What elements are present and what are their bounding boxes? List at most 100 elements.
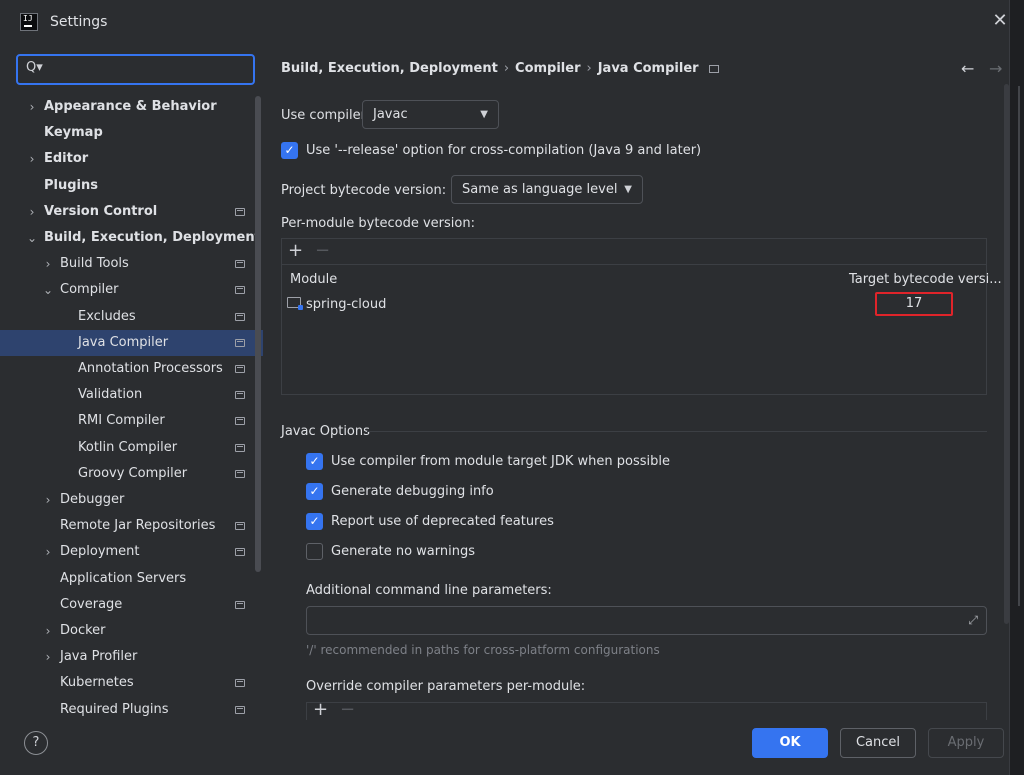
sidebar-item[interactable]: Annotation Processors [0, 356, 263, 382]
remove-icon[interactable]: − [340, 699, 355, 720]
chevron-right-icon[interactable]: › [26, 146, 38, 172]
sidebar-item[interactable]: Validation [0, 382, 263, 408]
project-scope-icon [708, 64, 719, 73]
column-header-module[interactable]: Module [290, 272, 337, 287]
sidebar-item-label: Application Servers [60, 570, 187, 586]
sidebar-item-label: Kotlin Compiler [78, 439, 178, 455]
back-arrow-icon[interactable]: ← [961, 59, 974, 78]
project-scope-icon [235, 548, 245, 557]
option-label: Generate no warnings [331, 544, 476, 559]
release-option-label: Use '--release' option for cross-compila… [306, 143, 702, 158]
sidebar-item[interactable]: ⌄ Build, Execution, Deployment [0, 225, 263, 251]
sidebar-item[interactable]: › Build Tools [0, 251, 263, 277]
apply-button[interactable]: Apply [928, 728, 1004, 758]
breadcrumb: Build, Execution, Deployment › Compiler › Ja… [281, 61, 719, 76]
sidebar-item-label: Appearance & Behavior [44, 99, 217, 114]
column-header-target[interactable]: Target bytecode versi... [849, 272, 1002, 287]
sidebar-item[interactable]: ⌄ Compiler [0, 277, 263, 303]
bytecode-version-label: Project bytecode version: [281, 183, 447, 198]
path-hint: '/' recommended in paths for cross-platf… [306, 643, 660, 657]
override-params-label: Override compiler parameters per-module: [306, 679, 586, 694]
sidebar-item[interactable]: RMI Compiler [0, 408, 263, 434]
content-scrollbar[interactable] [1004, 84, 1009, 624]
project-scope-icon [235, 338, 245, 347]
sidebar-item[interactable]: › Editor [0, 146, 263, 172]
remove-icon[interactable]: − [315, 240, 330, 261]
chevron-right-icon[interactable]: › [26, 199, 38, 225]
option-checkbox[interactable]: ✓ [306, 483, 323, 500]
sidebar-item-label: Excludes [78, 308, 136, 324]
sidebar-item[interactable]: Groovy Compiler [0, 461, 263, 487]
cancel-button[interactable]: Cancel [840, 728, 916, 758]
sidebar-item-label: Annotation Processors [78, 361, 223, 376]
sidebar-item-label: Coverage [60, 596, 123, 612]
use-compiler-label: Use compiler: [281, 108, 371, 123]
module-folder-icon [287, 297, 303, 310]
sidebar-item[interactable]: Excludes [0, 304, 263, 330]
chevron-right-icon[interactable]: › [42, 487, 54, 513]
chevron-down-icon[interactable]: ⌄ [26, 225, 38, 251]
chevron-down-icon[interactable]: ⌄ [42, 277, 54, 303]
sidebar-item[interactable]: › Java Profiler [0, 644, 263, 670]
chevron-down-icon: ▼ [480, 109, 488, 120]
sidebar-item[interactable]: › Appearance & Behavior [0, 94, 263, 120]
sidebar-item[interactable]: › Deployment [0, 539, 263, 565]
additional-params-input[interactable]: ⤢ [306, 606, 987, 635]
chevron-right-icon[interactable]: › [26, 94, 38, 120]
sidebar-item[interactable]: Keymap [0, 120, 263, 146]
background-scroll-track [1018, 86, 1020, 606]
sidebar-item-label: Remote Jar Repositories [60, 518, 216, 534]
release-option-checkbox[interactable]: ✓ [281, 142, 298, 159]
chevron-right-icon[interactable]: › [42, 618, 54, 644]
sidebar-item[interactable]: › Docker [0, 618, 263, 644]
settings-dialog: Settings ✕ Q▾ › Appearance & Behavior Keym… [0, 0, 1010, 775]
target-version-cell[interactable]: 17 [875, 292, 953, 316]
table-row[interactable]: spring-cloud [306, 297, 386, 312]
sidebar-item[interactable]: Coverage [0, 592, 263, 618]
sidebar-item[interactable]: Plugins [0, 173, 263, 199]
forward-arrow-icon[interactable]: → [989, 59, 1002, 78]
additional-params-label: Additional command line parameters: [306, 583, 552, 598]
sidebar-item[interactable]: › Version Control [0, 199, 263, 225]
table-toolbar: + − [282, 239, 986, 265]
search-input[interactable]: Q▾ [16, 54, 255, 85]
sidebar-item-label: Required Plugins [60, 701, 169, 717]
sidebar-item-label: Debugger [60, 492, 125, 507]
chevron-right-icon[interactable]: › [42, 539, 54, 565]
project-scope-icon [235, 286, 245, 295]
option-checkbox[interactable]: ✓ [306, 513, 323, 530]
settings-content: Build, Execution, Deployment › Compiler › Ja… [263, 44, 1010, 720]
javac-options-heading: Javac Options [281, 424, 370, 439]
breadcrumb-item[interactable]: Build, Execution, Deployment [281, 61, 498, 76]
close-icon[interactable]: ✕ [990, 10, 1010, 32]
sidebar-item[interactable]: Java Compiler [0, 329, 263, 356]
ok-button[interactable]: OK [752, 728, 828, 758]
sidebar-item-label: Build Tools [60, 256, 129, 272]
add-icon[interactable]: + [288, 240, 303, 261]
project-scope-icon [235, 469, 245, 478]
sidebar-item-label: Plugins [44, 177, 98, 193]
option-checkbox[interactable] [306, 543, 323, 560]
window-title: Settings [50, 14, 108, 30]
breadcrumb-item: Java Compiler [597, 61, 699, 76]
sidebar-item[interactable]: Remote Jar Repositories [0, 513, 263, 539]
option-checkbox[interactable]: ✓ [306, 453, 323, 470]
compiler-select[interactable]: Javac ▼ [362, 100, 499, 129]
sidebar-item[interactable]: Required Plugins [0, 697, 263, 723]
project-scope-icon [235, 443, 245, 452]
sidebar-item[interactable]: › Debugger [0, 487, 263, 513]
sidebar-item[interactable]: Kubernetes [0, 670, 263, 696]
sidebar-item[interactable]: Kotlin Compiler [0, 435, 263, 461]
add-icon[interactable]: + [313, 699, 328, 720]
dialog-footer: OK Cancel Apply [0, 720, 1010, 775]
sidebar-scrollbar[interactable] [255, 96, 261, 572]
sidebar-item[interactable]: Application Servers [0, 566, 263, 592]
project-scope-icon [235, 522, 245, 531]
expand-icon[interactable]: ⤢ [968, 613, 978, 628]
per-module-label: Per-module bytecode version: [281, 216, 475, 231]
chevron-right-icon[interactable]: › [42, 644, 54, 670]
chevron-right-icon[interactable]: › [42, 251, 54, 277]
bytecode-version-select[interactable]: Same as language level ▼ [451, 175, 643, 204]
option-label: Use compiler from module target JDK when… [331, 454, 670, 469]
breadcrumb-item[interactable]: Compiler [515, 61, 580, 76]
